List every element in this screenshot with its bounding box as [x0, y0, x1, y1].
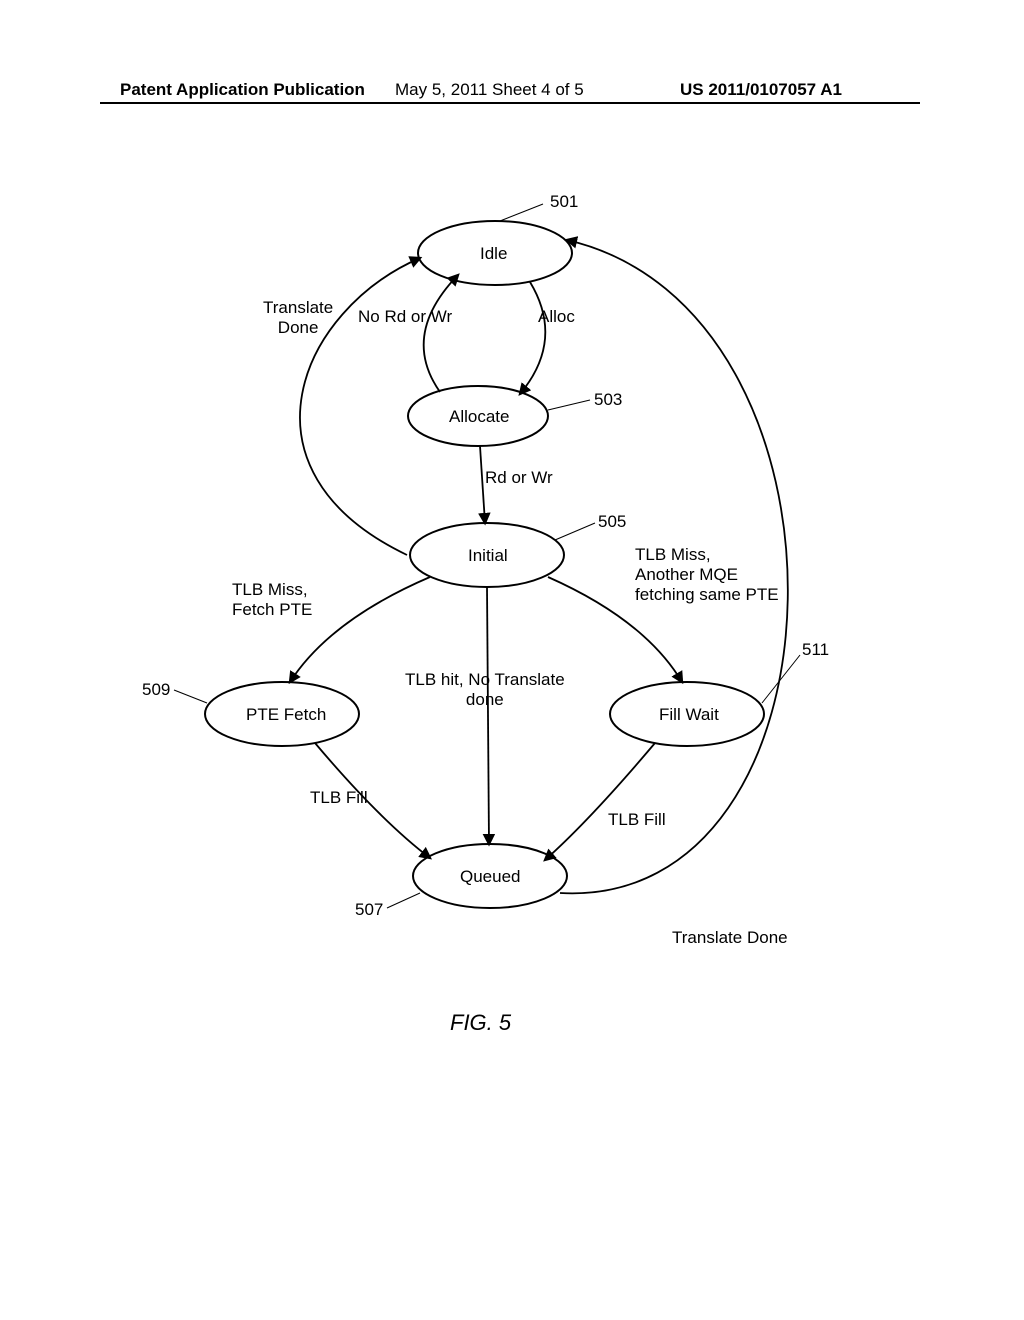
- label-tlb-hit: TLB hit, No Translate done: [405, 670, 565, 710]
- ref-507: 507: [355, 900, 383, 920]
- label-no-rd-wr: No Rd or Wr: [358, 307, 452, 327]
- ref-511: 511: [802, 640, 829, 660]
- label-tlb-fill-left: TLB Fill: [310, 788, 368, 808]
- edge-initial-queued: [487, 587, 489, 844]
- edge-allocate-idle: [424, 275, 458, 392]
- ref-501: 501: [550, 192, 578, 212]
- ref-line-511: [762, 655, 800, 703]
- ref-line-507: [387, 893, 420, 908]
- label-translate-done-bottom: Translate Done: [672, 928, 788, 948]
- ref-505: 505: [598, 512, 626, 532]
- label-translate-done-left: Translate Done: [263, 298, 333, 338]
- label-alloc: Alloc: [538, 307, 575, 327]
- label-initial: Initial: [468, 546, 508, 566]
- label-tlb-fill-right: TLB Fill: [608, 810, 666, 830]
- state-diagram: [0, 0, 1024, 1320]
- ref-509: 509: [142, 680, 170, 700]
- figure-caption: FIG. 5: [450, 1010, 511, 1036]
- ref-line-503: [548, 400, 590, 410]
- label-queued: Queued: [460, 867, 521, 887]
- label-rd-or-wr: Rd or Wr: [485, 468, 553, 488]
- label-fill-wait: Fill Wait: [659, 705, 719, 725]
- ref-line-509: [174, 690, 207, 703]
- label-idle: Idle: [480, 244, 507, 264]
- label-allocate: Allocate: [449, 407, 509, 427]
- edge-idle-allocate: [520, 282, 545, 394]
- label-tlb-miss-fetch: TLB Miss, Fetch PTE: [232, 580, 312, 620]
- ref-503: 503: [594, 390, 622, 410]
- label-tlb-miss-another: TLB Miss, Another MQE fetching same PTE: [635, 545, 779, 605]
- label-pte-fetch: PTE Fetch: [246, 705, 326, 725]
- ref-line-501: [500, 204, 543, 221]
- ref-line-505: [555, 523, 595, 540]
- edge-fillwait-queued: [545, 743, 655, 860]
